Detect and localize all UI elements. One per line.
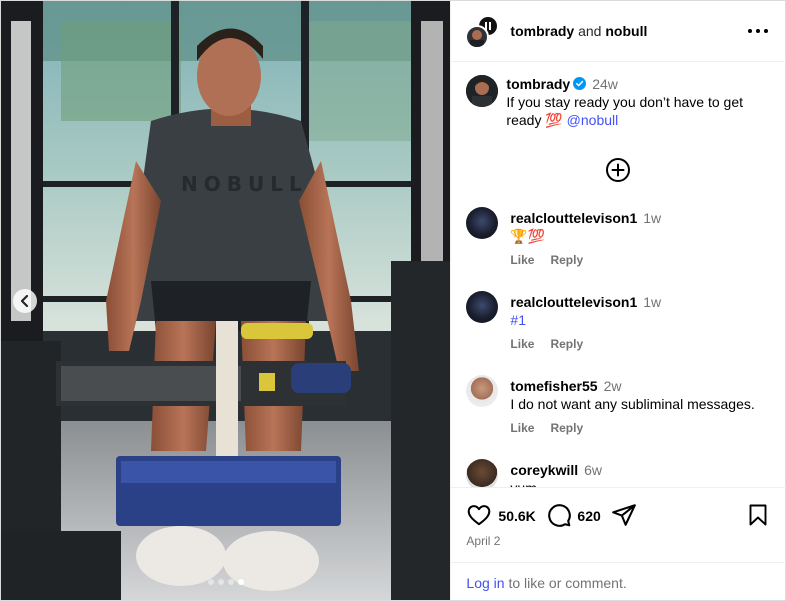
comment-item: realclouttelevison1 1w #1 Like Reply [466, 291, 776, 361]
post-header: tombrady and nobull [451, 1, 786, 62]
carousel-dot [237, 579, 244, 585]
collab-avatars[interactable] [465, 15, 501, 51]
comment-bubble-icon[interactable] [546, 502, 572, 528]
comment-reply-button[interactable]: Reply [550, 421, 583, 435]
more-dot-icon [764, 29, 769, 33]
chevron-left-icon [20, 295, 29, 307]
like-count[interactable]: 50.6K [498, 508, 535, 524]
caption-text-block: tombrady 24w If you stay ready you don’t … [506, 75, 776, 129]
collaborator-username[interactable]: nobull [605, 23, 647, 39]
caption-time[interactable]: 24w [592, 76, 618, 92]
post-side-panel: tombrady and nobull tombrady 24w If you s… [450, 1, 786, 600]
commenter-avatar[interactable] [466, 207, 499, 239]
comment-time[interactable]: 1w [643, 294, 661, 310]
save-bookmark-icon[interactable] [746, 502, 770, 528]
comment-header: tomefisher55 2w [510, 377, 621, 395]
comment-actions: Like Reply [510, 421, 599, 435]
share-paper-plane-icon[interactable] [611, 502, 637, 528]
load-more-comments-icon[interactable] [605, 157, 631, 183]
action-bar: 50.6K 620 April 2 Log in to like or comm… [451, 487, 786, 600]
comment-item: realclouttelevison1 1w 🏆💯 Like Reply [466, 207, 776, 277]
carousel-dot [217, 579, 224, 585]
login-prompt: Log in to like or comment. [451, 562, 786, 601]
comment-text: #1 [510, 312, 526, 328]
carousel-dot [207, 579, 214, 585]
commenter-username[interactable]: tomefisher55 [510, 378, 597, 394]
carousel-dot [227, 579, 234, 585]
tombrady-avatar [465, 25, 490, 49]
commenter-avatar[interactable] [466, 291, 499, 323]
caption-avatar[interactable] [466, 75, 499, 107]
comment-item: coreykwill6wyumLikeReply [466, 459, 776, 487]
post-media[interactable]: NOBULL [1, 1, 451, 600]
comment-header: realclouttelevison1 1w [510, 293, 661, 311]
svg-text:NOBULL: NOBULL [181, 172, 308, 196]
commenter-username[interactable]: realclouttelevison1 [510, 210, 637, 226]
carousel-prev-button[interactable] [13, 289, 37, 313]
comment-reply-button[interactable]: Reply [550, 337, 583, 351]
comment-like-button[interactable]: Like [510, 421, 534, 435]
login-prompt-text: to like or comment. [504, 575, 627, 591]
more-dot-icon [748, 29, 753, 33]
post-title: tombrady and nobull [510, 23, 647, 39]
commenter-username[interactable]: realclouttelevison1 [510, 294, 637, 310]
comment-actions: Like Reply [510, 253, 599, 267]
login-link[interactable]: Log in [466, 575, 504, 591]
comment-time[interactable]: 2w [604, 378, 622, 394]
comment-actions: Like Reply [510, 337, 599, 351]
more-options-button[interactable] [748, 23, 769, 39]
carousel-dots [1, 579, 450, 585]
commenter-avatar[interactable] [466, 375, 499, 407]
comment-time[interactable]: 1w [643, 210, 661, 226]
comment-header: realclouttelevison1 1w [510, 209, 661, 227]
commenter-username[interactable]: coreykwill [510, 462, 578, 478]
comment-item: tomefisher55 2w I do not want any sublimin… [466, 375, 776, 445]
author-username[interactable]: tombrady [510, 23, 574, 39]
comment-text: I do not want any subliminal messages. [510, 396, 755, 412]
more-dot-icon [756, 29, 761, 33]
verified-badge-icon [573, 77, 587, 90]
caption-text: If you stay ready you don’t have to get … [506, 94, 744, 128]
comment-like-button[interactable]: Like [510, 253, 534, 267]
comment-reply-button[interactable]: Reply [550, 253, 583, 267]
comment-header: coreykwill 6w [510, 461, 602, 479]
caption-mention-link[interactable]: @nobull [567, 112, 619, 128]
comment-like-button[interactable]: Like [510, 337, 534, 351]
comment-text: 🏆💯 [510, 228, 546, 244]
gym-photo: NOBULL [1, 1, 451, 600]
commenter-avatar[interactable] [466, 459, 499, 487]
instagram-post: NOBULL tombrady and nobull tombrady 24w … [0, 0, 786, 601]
caption-username[interactable]: tombrady [506, 76, 570, 92]
comment-count[interactable]: 620 [577, 508, 600, 524]
like-heart-icon[interactable] [466, 502, 492, 528]
collab-joiner: and [578, 23, 602, 39]
comment-text: yum [510, 479, 536, 487]
comments-section[interactable]: tombrady 24w If you stay ready you don’t … [451, 63, 786, 487]
post-date[interactable]: April 2 [466, 534, 500, 548]
comment-time[interactable]: 6w [584, 462, 602, 478]
